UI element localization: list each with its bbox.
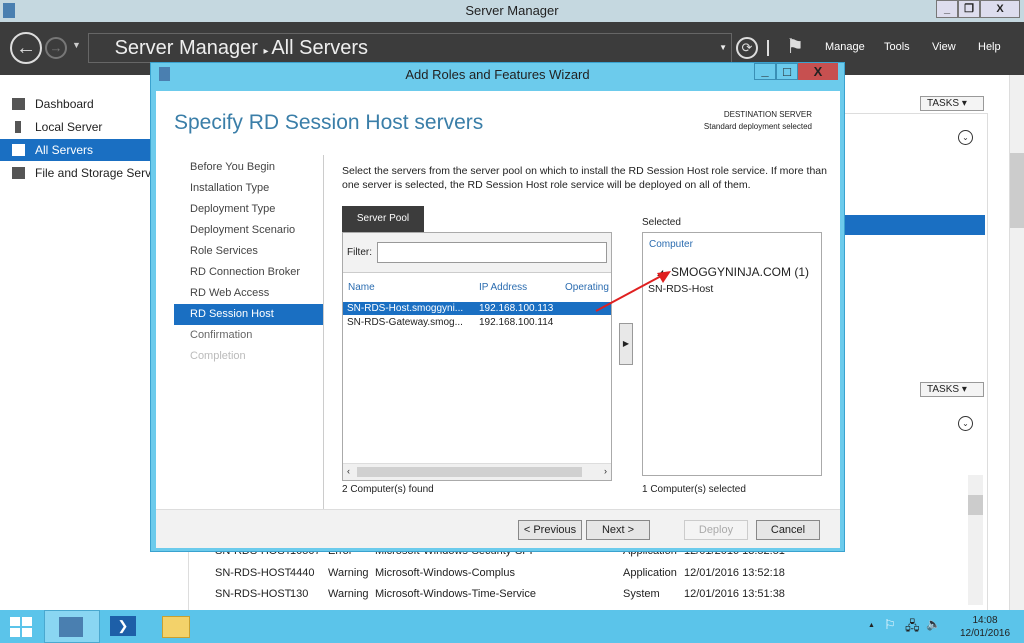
menu-view[interactable]: View — [932, 41, 956, 53]
page-heading: Specify RD Session Host servers — [174, 111, 484, 134]
horizontal-scrollbar[interactable]: ‹ › — [343, 463, 611, 480]
show-hidden-icons[interactable]: ▲ — [868, 622, 875, 629]
expand-icon[interactable]: ⌄ — [958, 130, 973, 145]
step-rd-session-host[interactable]: RD Session Host — [174, 304, 324, 325]
start-button[interactable] — [10, 617, 32, 637]
divider — [323, 155, 324, 510]
step-deployment-scenario[interactable]: Deployment Scenario — [190, 220, 324, 241]
wizard-close-button[interactable]: X — [798, 63, 838, 80]
selected-server-row[interactable] — [845, 215, 985, 235]
file-explorer-icon[interactable] — [162, 616, 190, 638]
cancel-button[interactable]: Cancel — [756, 520, 820, 540]
step-installation-type[interactable]: Installation Type — [190, 178, 324, 199]
server-icon — [15, 121, 21, 133]
step-deployment-type[interactable]: Deployment Type — [190, 199, 324, 220]
wizard-title-bar: Add Roles and Features Wizard _ □ X — [151, 63, 844, 87]
computers-selected: 1 Computer(s) selected — [642, 484, 746, 495]
server-row-selected[interactable]: SN-RDS-Host.smoggyni... 192.168.100.113 — [343, 302, 611, 315]
previous-button[interactable]: < Previous — [518, 520, 582, 540]
title-bar: Server Manager _ ❐ X — [0, 0, 1024, 22]
description: Select the servers from the server pool … — [342, 165, 827, 191]
wizard-maximize-button[interactable]: □ — [776, 63, 798, 80]
step-rd-connection-broker[interactable]: RD Connection Broker — [190, 262, 324, 283]
column-ip-address[interactable]: IP Address — [479, 282, 527, 293]
taskbar: ❯ ▲ ⚐ 🖧 🔈 14:08 12/01/2016 — [0, 610, 1024, 643]
filter-label: Filter: — [347, 247, 372, 258]
server-manager-taskbar-icon[interactable] — [44, 610, 100, 643]
wizard-body: Specify RD Session Host servers DESTINAT… — [156, 91, 840, 548]
breadcrumb: Server Manager ▸ All Servers ▼ — [88, 33, 732, 63]
step-completion: Completion — [190, 350, 246, 362]
action-center-flag-icon[interactable]: ⚐ — [884, 617, 896, 633]
storage-icon — [12, 167, 25, 179]
events-scrollbar[interactable] — [968, 475, 983, 605]
network-icon[interactable]: 🖧 — [905, 617, 920, 639]
server-row[interactable]: SN-RDS-Gateway.smog... 192.168.100.114 — [343, 316, 611, 329]
filter-input[interactable] — [377, 242, 607, 263]
tasks-button-events[interactable]: TASKS ▾ — [920, 382, 984, 397]
tab-server-pool[interactable]: Server Pool — [342, 206, 424, 232]
next-button[interactable]: Next > — [586, 520, 650, 540]
restore-button[interactable]: ❐ — [958, 0, 980, 18]
notifications-flag-icon[interactable]: ⚑ — [786, 34, 804, 59]
deploy-button: Deploy — [684, 520, 748, 540]
step-rd-web-access[interactable]: RD Web Access — [190, 283, 324, 304]
column-computer: Computer — [649, 239, 693, 250]
step-role-services[interactable]: Role Services — [190, 241, 324, 262]
sidebar: Dashboard Local Server All Servers File … — [0, 75, 150, 610]
forward-icon[interactable]: → — [45, 37, 67, 59]
step-before-you-begin[interactable]: Before You Begin — [190, 157, 324, 178]
minimize-button[interactable]: _ — [936, 0, 958, 18]
breadcrumb-page: All Servers — [271, 37, 369, 59]
step-confirmation[interactable]: Confirmation — [190, 325, 324, 346]
sidebar-item-all-servers[interactable]: All Servers — [0, 139, 150, 161]
selected-domain-group[interactable]: SMOGGYNINJA.COM (1) — [671, 265, 809, 279]
wizard-dialog: Add Roles and Features Wizard _ □ X Spec… — [150, 62, 845, 552]
close-button[interactable]: X — [980, 0, 1020, 18]
menu-help[interactable]: Help — [978, 41, 1001, 53]
menu-manage[interactable]: Manage — [825, 41, 865, 53]
dashboard-icon — [12, 98, 25, 110]
selected-label: Selected — [642, 217, 681, 228]
sidebar-item-dashboard[interactable]: Dashboard — [0, 93, 150, 115]
sidebar-item-local-server[interactable]: Local Server — [0, 116, 150, 138]
wizard-icon — [159, 67, 170, 81]
scrollbar[interactable] — [1009, 75, 1024, 610]
breadcrumb-root[interactable]: Server Manager — [115, 37, 258, 59]
wizard-minimize-button[interactable]: _ — [754, 63, 776, 80]
expand-icon[interactable]: ⌄ — [958, 416, 973, 431]
back-icon[interactable]: ← — [10, 32, 42, 64]
column-name[interactable]: Name — [348, 282, 375, 293]
refresh-icon[interactable]: ⟳ — [736, 37, 758, 59]
tasks-button-top[interactable]: TASKS ▾ — [920, 96, 984, 111]
app-icon — [3, 3, 15, 18]
computers-found: 2 Computer(s) found — [342, 484, 434, 495]
separator — [767, 40, 769, 56]
add-server-button[interactable]: ▶ — [619, 323, 633, 365]
window-title: Server Manager — [465, 3, 559, 18]
server-pool-panel: Filter: Name IP Address Operating SN-RDS… — [342, 232, 612, 481]
sidebar-item-file-storage[interactable]: File and Storage Services — [0, 162, 150, 184]
history-dropdown-icon[interactable]: ▼ — [72, 40, 81, 50]
powershell-icon[interactable]: ❯ — [110, 616, 136, 636]
volume-muted-icon[interactable]: 🔈 — [926, 617, 941, 631]
clock[interactable]: 14:08 12/01/2016 — [950, 614, 1020, 640]
menu-tools[interactable]: Tools — [884, 41, 910, 53]
servers-icon — [12, 144, 25, 156]
dropdown-icon[interactable]: ▼ — [719, 34, 727, 62]
destination-server: DESTINATION SERVER Standard deployment se… — [703, 110, 812, 131]
annotation-arrow — [595, 271, 671, 312]
wizard-title: Add Roles and Features Wizard — [405, 67, 590, 82]
